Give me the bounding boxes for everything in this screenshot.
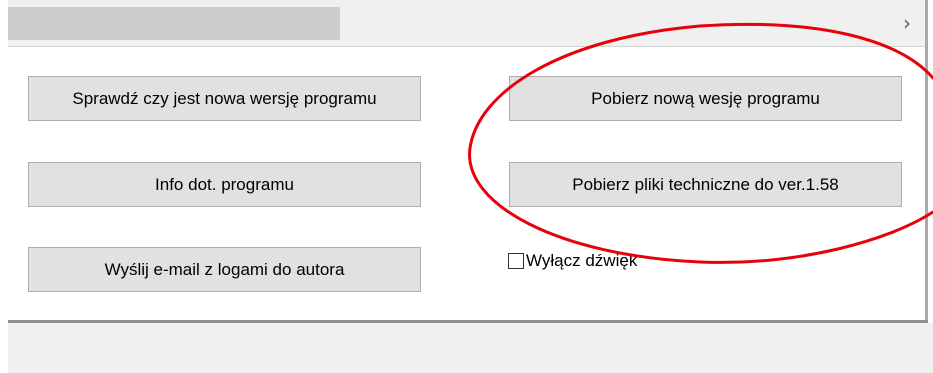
check-update-button[interactable]: Sprawdź czy jest nowa wersję programu xyxy=(28,76,421,121)
chevron-right-icon[interactable]: › xyxy=(899,10,915,36)
send-logs-email-button[interactable]: Wyślij e-mail z logami do autora xyxy=(28,247,421,292)
mute-sound-option[interactable]: Wyłącz dźwięk xyxy=(508,249,637,273)
mute-sound-checkbox[interactable] xyxy=(508,253,524,269)
annotation-stroke xyxy=(468,22,933,264)
mute-sound-label: Wyłącz dźwięk xyxy=(526,251,638,270)
download-technical-files-button[interactable]: Pobierz pliki techniczne do ver.1.58 xyxy=(509,162,902,207)
horizontal-scrollbar[interactable]: › xyxy=(8,0,925,47)
program-info-button[interactable]: Info dot. programu xyxy=(28,162,421,207)
settings-panel: › Sprawdź czy jest nowa wersję programu … xyxy=(0,0,933,373)
status-area xyxy=(8,323,933,373)
download-new-version-button[interactable]: Pobierz nową wesję programu xyxy=(509,76,902,121)
panel-border xyxy=(925,0,928,322)
scrollbar-thumb[interactable] xyxy=(8,7,340,40)
